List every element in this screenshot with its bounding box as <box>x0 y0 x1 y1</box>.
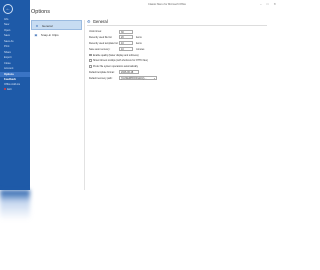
panel-title: ⚙ General <box>87 18 267 25</box>
general-settings-panel: ⚙ General Undo times: 30 Recently used fi… <box>87 18 267 82</box>
field-label: Default recovery path: <box>89 76 113 80</box>
nav-item-export[interactable]: Export <box>4 55 12 60</box>
maximize-button[interactable]: □ <box>267 2 269 6</box>
full-text-tooltips-checkbox[interactable] <box>89 59 92 62</box>
field-unit: items <box>136 36 142 40</box>
recent-templates-input[interactable]: 10 <box>119 41 133 46</box>
window-title: Classic Menu for Microsoft Office <box>148 2 187 6</box>
nav-item-account[interactable]: Account <box>4 66 13 71</box>
category-label: Snap-in Clips <box>40 33 59 37</box>
field-label: Recently used template list: <box>89 41 119 45</box>
gear-icon: ⚙ <box>87 19 91 24</box>
exit-icon <box>4 88 7 91</box>
checkbox-label: Prefer file system operations automatica… <box>93 65 138 69</box>
window-controls: – □ ✕ <box>260 2 276 6</box>
category-snap-in-clips[interactable]: ▣ Snap-in Clips <box>31 30 82 40</box>
nav-item-save[interactable]: Save <box>4 33 10 38</box>
page-title: Options <box>31 9 50 15</box>
default-recovery-row: Default recovery path: (%USERPROFILE%)\.… <box>87 75 267 82</box>
category-general[interactable]: ⚙ General <box>31 20 82 30</box>
checkbox-label: Enable quality (faster display and softn… <box>93 53 139 57</box>
field-label: Default template format: <box>89 70 115 74</box>
recent-files-input[interactable]: 20 <box>119 35 133 40</box>
panel-title-text: General <box>92 19 108 24</box>
auto-recovery-input[interactable]: 10 <box>119 46 133 51</box>
minimize-button[interactable]: – <box>260 2 262 6</box>
nav-item-label: Exit <box>7 88 12 91</box>
nav-glow <box>0 190 30 220</box>
clip-icon: ▣ <box>34 33 38 38</box>
select-value: (%USERPROFILE%)\... <box>121 76 147 80</box>
enable-quality-checkbox[interactable] <box>89 53 92 57</box>
field-unit: items <box>136 41 142 45</box>
select-value: 2026-06-18 <box>121 71 134 75</box>
backstage-nav: ← Info New Open Save Save As Print Share Export… <box>0 0 30 190</box>
category-label: General <box>41 24 53 28</box>
field-unit: minutes <box>136 47 145 51</box>
back-arrow-icon[interactable]: ← <box>3 4 13 14</box>
default-recovery-select[interactable]: (%USERPROFILE%)\... ▾ <box>119 75 157 80</box>
nav-item-print[interactable]: Print <box>4 44 9 49</box>
nav-item-new[interactable]: New <box>4 22 9 27</box>
field-label: Undo times: <box>89 30 102 34</box>
category-list: ⚙ General ▣ Snap-in Clips <box>31 20 82 40</box>
gear-icon: ⚙ <box>35 24 39 29</box>
checkbox-label: Show full-text tooltips (with shortcuts … <box>93 59 148 63</box>
title-bar: Classic Menu for Microsoft Office – □ ✕ <box>30 0 280 8</box>
field-label: Save auto recovery: <box>89 47 111 51</box>
file-operations-checkbox[interactable] <box>89 65 92 68</box>
close-button[interactable]: ✕ <box>273 2 276 6</box>
nav-item-exit[interactable]: Exit <box>4 87 12 92</box>
undo-times-input[interactable]: 30 <box>119 29 133 34</box>
field-label: Recently used file list: <box>89 36 113 40</box>
chevron-down-icon: ▾ <box>153 77 155 80</box>
default-template-select[interactable]: 2026-06-18 <box>119 70 139 75</box>
